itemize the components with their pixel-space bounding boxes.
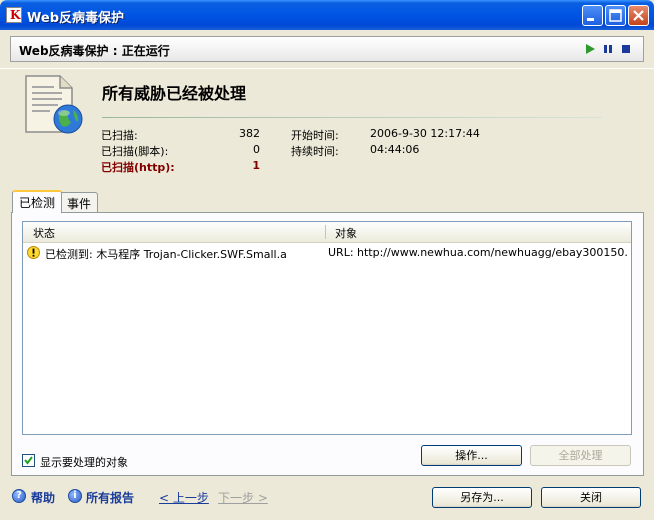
scanned-value: 382 (239, 127, 260, 140)
http-scanned-label: 已扫描(http): (101, 161, 175, 174)
title-bar[interactable]: K Web反病毒保护 (0, 0, 654, 30)
detected-list[interactable]: 状态 对象 已检测到: 木马程序 Trojan-Clicker.SWF.Smal… (22, 221, 632, 435)
stop-icon[interactable] (620, 43, 632, 55)
all-reports-link[interactable]: 所有报告 (86, 489, 134, 506)
start-time-label: 开始时间: (291, 129, 339, 142)
scanned-label: 已扫描: (101, 129, 138, 142)
minimize-icon (587, 18, 594, 21)
info-icon[interactable]: i (68, 489, 82, 503)
show-objects-label: 显示要处理的对象 (40, 456, 128, 469)
script-scanned-value: 0 (253, 143, 260, 156)
duration-label: 持续时间: (291, 145, 339, 158)
checkmark-icon (24, 456, 33, 465)
play-icon[interactable] (584, 43, 596, 55)
duration-value: 04:44:06 (370, 143, 420, 156)
divider (0, 68, 654, 69)
help-link[interactable]: 帮助 (31, 489, 55, 506)
headline: 所有威胁已经被处理 (102, 84, 247, 103)
minimize-button[interactable] (582, 5, 603, 26)
tab-detected[interactable]: 已检测 (12, 190, 63, 213)
start-time-value: 2006-9-30 12:17:44 (370, 127, 480, 140)
service-status: Web反病毒保护 : 正在运行 (19, 44, 170, 58)
row-status: 已检测到: 木马程序 Trojan-Clicker.SWF.Small.a (45, 248, 287, 261)
close-window-button[interactable] (628, 5, 649, 26)
show-objects-checkbox[interactable] (22, 454, 35, 467)
close-icon (633, 10, 644, 21)
document-globe-icon (25, 75, 83, 134)
kaspersky-k-icon: K (6, 7, 22, 23)
pause-icon[interactable] (602, 43, 614, 55)
action-button[interactable]: 操作... (421, 445, 522, 466)
column-status[interactable]: 状态 (33, 225, 55, 241)
http-scanned-value: 1 (252, 159, 260, 172)
column-divider[interactable] (325, 225, 326, 239)
window-title: Web反病毒保护 (27, 11, 124, 26)
table-row[interactable]: 已检测到: 木马程序 Trojan-Clicker.SWF.Small.a UR… (23, 244, 631, 262)
close-button[interactable]: 关闭 (541, 487, 641, 508)
maximize-icon (609, 9, 622, 22)
headline-underline (102, 117, 602, 118)
list-header: 状态 对象 (23, 222, 631, 243)
status-header: Web反病毒保护 : 正在运行 (10, 36, 644, 62)
process-all-button[interactable]: 全部处理 (530, 445, 631, 466)
app-window: K Web反病毒保护 Web反病毒保护 : 正在运行 所有威胁已经被处理 已扫描… (0, 0, 654, 520)
row-object: URL: http://www.newhua.com/newhuagg/ebay… (328, 246, 628, 259)
tab-events[interactable]: 事件 (60, 192, 99, 212)
script-scanned-label: 已扫描(脚本): (101, 145, 169, 158)
save-as-button[interactable]: 另存为... (432, 487, 532, 508)
help-icon[interactable]: ? (12, 489, 26, 503)
maximize-button[interactable] (605, 5, 626, 26)
warning-icon (27, 246, 40, 259)
next-step-link[interactable]: 下一步 > (218, 489, 268, 506)
prev-step-link[interactable]: < 上一步 (159, 489, 209, 506)
column-object[interactable]: 对象 (335, 225, 357, 241)
